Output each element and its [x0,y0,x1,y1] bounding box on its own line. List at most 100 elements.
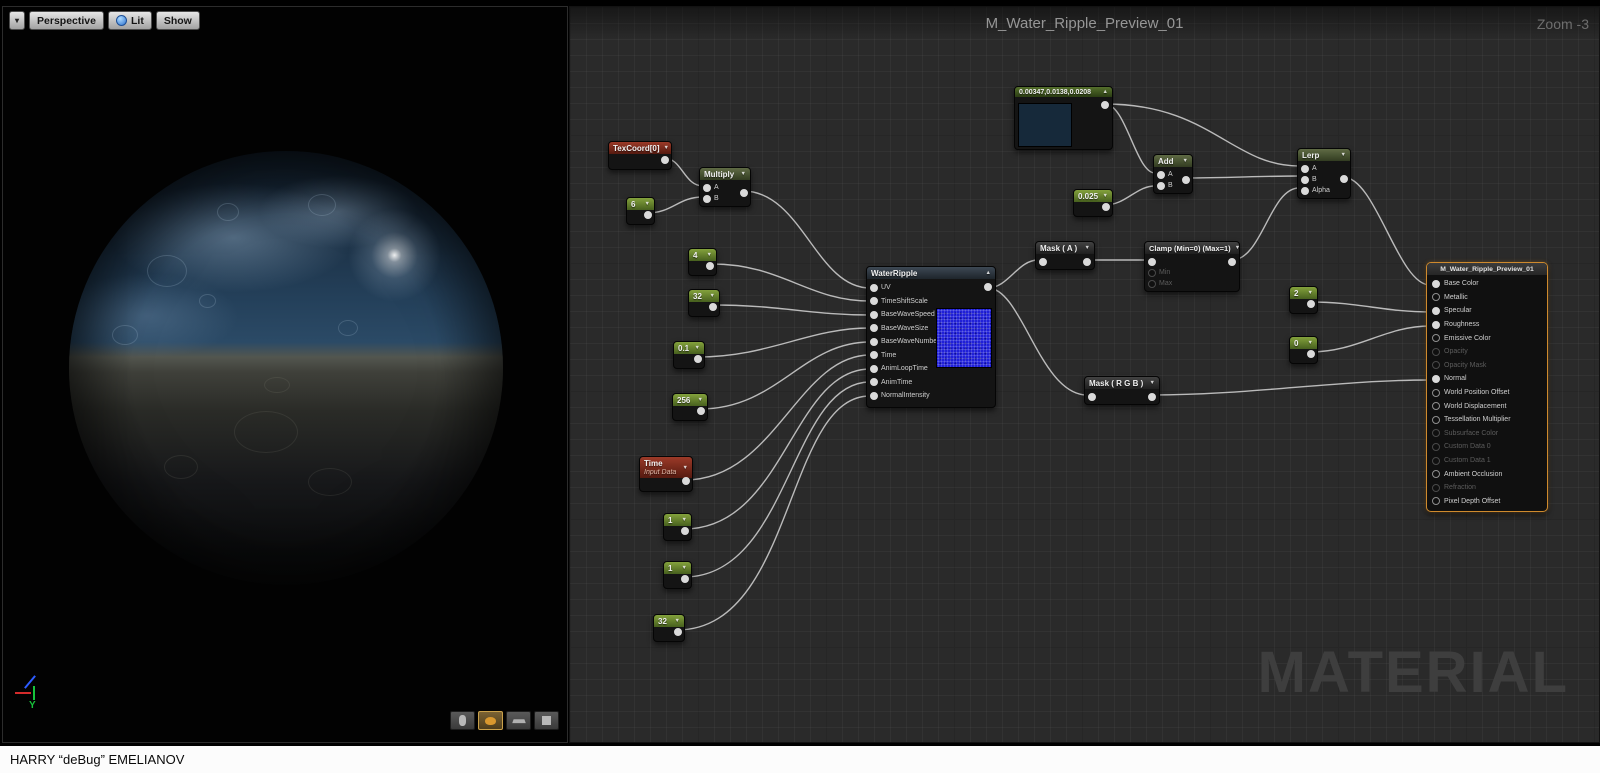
output-pin[interactable] [661,156,669,164]
node-time[interactable]: Time Input Data ▼ [639,456,693,492]
input-pin-specular[interactable] [1432,306,1440,315]
node-header: Time Input Data ▼ [640,457,692,478]
node-color-constant[interactable]: 0.00347,0.0138,0.0208 ▲ [1014,86,1113,150]
output-pin[interactable] [681,575,689,583]
input-pin-animtime[interactable] [870,378,878,387]
input-pin-base-color[interactable] [1432,279,1440,288]
preview-plane-button[interactable] [506,711,531,730]
output-pin[interactable] [706,262,714,270]
input-pin-normal[interactable] [1432,374,1440,383]
show-button[interactable]: Show [155,11,200,30]
input-pin-basewavespeed[interactable] [870,310,878,319]
output-pin[interactable] [984,283,992,291]
output-pin[interactable] [1102,203,1110,211]
output-pin[interactable] [740,189,748,197]
ripple-ring [147,255,188,288]
collapse-arrow-icon: ▼ [682,464,688,471]
collapse-arrow-icon: ▼ [697,397,703,403]
node-mask-rgb[interactable]: Mask ( R G B ) ▼ [1084,376,1160,405]
output-pin[interactable] [644,211,652,219]
input-pin-normalintensity[interactable] [870,391,878,400]
input-pin-b[interactable] [703,194,711,203]
input-pin[interactable] [1039,257,1047,266]
node-add[interactable]: Add ▼ A B [1153,154,1193,194]
node-mask-a[interactable]: Mask ( A ) ▼ [1035,241,1095,270]
input-pin[interactable] [1088,392,1096,401]
output-pin[interactable] [1148,392,1156,401]
output-pin[interactable] [1083,257,1091,266]
input-pin-b[interactable] [1301,175,1309,184]
input-pin-pixel-depth-offset[interactable] [1432,497,1440,506]
node-clamp[interactable]: Clamp (Min=0) (Max=1) ▼ Min Max [1144,241,1240,292]
node-texcoord[interactable]: TexCoord[0] ▼ [608,141,672,170]
input-pin-a[interactable] [703,183,711,192]
input-pin-time[interactable] [870,351,878,360]
input-pin-tessellation-multiplier[interactable] [1432,415,1440,424]
node-header: 1 ▼ [664,514,691,526]
node-constant-1-animtime[interactable]: 1 ▼ [663,561,692,589]
material-output-node[interactable]: M_Water_Ripple_Preview_01 Base Color Met… [1426,262,1548,513]
input-pin-roughness[interactable] [1432,320,1440,329]
pin-label: A [714,184,719,191]
node-constant-0[interactable]: 0 ▼ [1289,336,1318,364]
output-pin[interactable] [697,407,705,415]
input-pin-a[interactable] [1301,164,1309,173]
pin-label: Emissive Color [1444,334,1491,342]
input-pin-a[interactable] [1157,170,1165,179]
preview-cylinder-button[interactable] [450,711,475,730]
output-pin[interactable] [1307,350,1315,358]
node-constant-32-wavespeed[interactable]: 32 ▼ [688,289,720,317]
node-header: 4 ▼ [689,249,716,261]
ripple-ring [233,411,298,454]
wire [711,304,871,316]
input-pin-world-position-offset[interactable] [1432,388,1440,397]
pin-label: AnimTime [881,378,913,386]
input-pin-alpha[interactable] [1301,186,1309,195]
input-pin-basewavesize[interactable] [870,324,878,333]
node-constant-1-looptime[interactable]: 1 ▼ [663,513,692,541]
output-pin[interactable] [709,303,717,311]
preview-cube-button[interactable] [534,711,559,730]
node-lerp[interactable]: Lerp ▼ A B Alpha [1297,148,1351,199]
output-pin[interactable] [694,355,702,363]
lit-mode-button[interactable]: Lit [107,11,152,30]
preview-viewport[interactable]: ▾ Perspective Lit Show Y [2,6,568,743]
node-constant-0-1[interactable]: 0.1 ▼ [673,341,705,369]
output-pin[interactable] [1340,175,1348,183]
node-constant-4[interactable]: 4 ▼ [688,248,717,276]
output-pin[interactable] [674,628,682,636]
node-water-ripple[interactable]: WaterRipple ▲ UV TimeShiftScale BaseWave… [866,266,996,408]
material-watermark: MATERIAL [1257,640,1569,705]
output-pin[interactable] [1182,176,1190,184]
node-constant-32-normal[interactable]: 32 ▼ [653,614,685,642]
viewport-options-button[interactable]: ▾ [9,11,26,30]
ripple-ring [264,376,291,393]
input-pin-emissive-color[interactable] [1432,334,1440,343]
input-pin[interactable] [1148,257,1156,266]
node-multiply[interactable]: Multiply ▼ A B [699,167,751,207]
output-pin[interactable] [1307,300,1315,308]
perspective-button[interactable]: Perspective [29,11,104,30]
input-pin-world-displacement[interactable] [1432,402,1440,411]
input-pin-animlooptime[interactable] [870,364,878,373]
input-pin-max[interactable] [1148,279,1156,288]
node-constant-256[interactable]: 256 ▼ [672,393,708,421]
wire [684,354,871,481]
preview-teapot-button[interactable] [478,711,503,730]
output-pin[interactable] [681,527,689,535]
input-pin-b[interactable] [1157,181,1165,190]
input-pin-timeshiftscale[interactable] [870,297,878,306]
node-constant-2[interactable]: 2 ▼ [1289,286,1318,314]
input-pin-min[interactable] [1148,268,1156,277]
output-pin[interactable] [1101,101,1109,109]
node-constant-0-025[interactable]: 0.025 ▼ [1073,189,1113,217]
output-pin[interactable] [1228,257,1236,266]
input-pin-uv[interactable] [870,283,878,292]
output-pin[interactable] [682,477,690,485]
input-pin-basewavenumber[interactable] [870,337,878,346]
material-graph-canvas[interactable]: MATERIAL M_Water_Ripple_Preview_01 Zoom … [569,6,1600,743]
input-pin-metallic[interactable] [1432,293,1440,302]
input-pin-ambient-occlusion[interactable] [1432,470,1440,479]
node-constant-6[interactable]: 6 ▼ [626,197,655,225]
wire [1309,325,1431,353]
